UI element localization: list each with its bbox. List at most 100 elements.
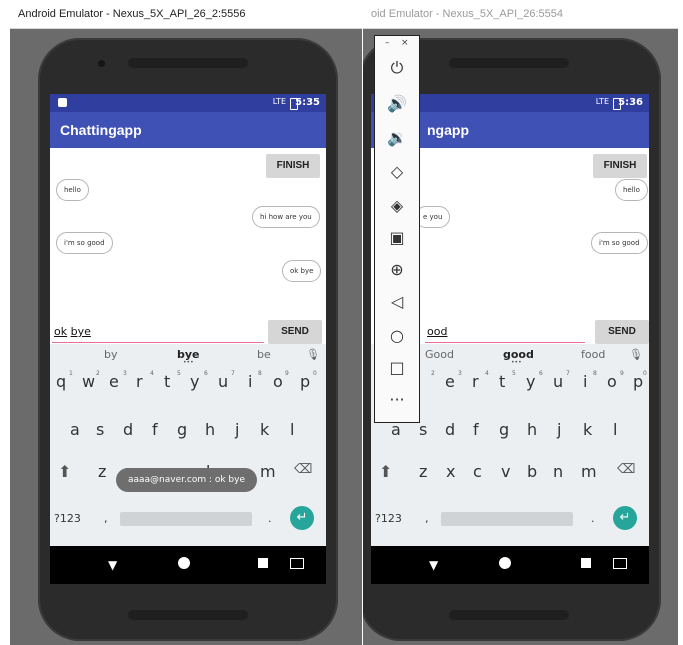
key[interactable]: p [633, 372, 643, 391]
key[interactable]: r [136, 372, 143, 391]
message-input[interactable]: ood [425, 322, 585, 343]
suggestion-item[interactable]: food [581, 348, 605, 361]
key[interactable]: l [290, 420, 294, 439]
key[interactable]: e [445, 372, 455, 391]
key[interactable]: x [446, 462, 455, 481]
send-button[interactable]: SEND [268, 320, 322, 344]
key[interactable]: d [445, 420, 455, 439]
volume-up-icon[interactable]: 🔊 [375, 94, 419, 113]
close-icon[interactable]: × [401, 38, 409, 48]
power-icon[interactable]: ⏻ [375, 58, 419, 78]
key[interactable]: r [472, 372, 479, 391]
symbols-key[interactable]: ?123 [375, 512, 402, 525]
key[interactable]: y [190, 372, 199, 391]
shift-icon[interactable]: ⬆ [58, 462, 71, 481]
key[interactable]: d [123, 420, 133, 439]
rotate-left-icon[interactable]: ◇ [375, 162, 419, 181]
symbols-key[interactable]: ?123 [54, 512, 81, 525]
key-hint: 3 [123, 370, 127, 377]
key[interactable]: f [473, 420, 479, 439]
key[interactable]: t [499, 372, 505, 391]
suggestion-item[interactable]: be [257, 348, 271, 361]
key[interactable]: j [557, 420, 561, 439]
backspace-icon[interactable]: ⌫ [294, 462, 312, 477]
suggestion-item[interactable]: Good [425, 348, 454, 361]
bottom-speaker [128, 610, 248, 620]
overview-icon[interactable] [258, 558, 268, 568]
key[interactable]: h [205, 420, 215, 439]
top-speaker [449, 58, 569, 68]
key-hint: 8 [258, 370, 262, 377]
rotate-right-icon[interactable]: ◈ [375, 196, 419, 215]
volume-down-icon[interactable]: 🔉 [375, 128, 419, 147]
home-circle-icon[interactable]: ○ [375, 326, 419, 345]
minimize-icon[interactable]: – [385, 38, 390, 48]
key[interactable]: p [300, 372, 310, 391]
key[interactable]: j [235, 420, 239, 439]
home-icon[interactable] [178, 557, 190, 569]
camera-screenshot-icon[interactable]: ▣ [375, 228, 419, 247]
back-icon[interactable]: ▼ [108, 558, 117, 572]
key[interactable]: i [583, 372, 587, 391]
period-key[interactable]: . [268, 512, 272, 525]
more-icon[interactable]: ··· [375, 390, 419, 409]
key[interactable]: m [581, 462, 597, 481]
key[interactable]: k [583, 420, 592, 439]
key[interactable]: n [553, 462, 563, 481]
period-key[interactable]: . [591, 512, 595, 525]
finish-button[interactable]: FINISH [266, 154, 320, 178]
space-bar[interactable] [120, 512, 252, 526]
overview-icon[interactable] [581, 558, 591, 568]
key[interactable]: f [152, 420, 158, 439]
key[interactable]: b [527, 462, 537, 481]
comma-key[interactable]: , [104, 512, 108, 525]
key[interactable]: w [82, 372, 95, 391]
input-word: ok [54, 325, 68, 338]
key[interactable]: e [109, 372, 119, 391]
key[interactable]: v [501, 462, 510, 481]
key[interactable]: a [70, 420, 80, 439]
key[interactable]: u [553, 372, 563, 391]
space-bar[interactable] [441, 512, 573, 526]
overview-square-icon[interactable]: □ [375, 358, 419, 377]
key[interactable]: s [96, 420, 104, 439]
key[interactable]: q [56, 372, 66, 391]
keyboard-switch-icon[interactable] [613, 558, 627, 569]
backspace-icon[interactable]: ⌫ [617, 462, 635, 477]
keyboard-switch-icon[interactable] [290, 558, 304, 569]
message-input[interactable]: ok bye [52, 322, 264, 343]
zoom-icon[interactable]: ⊕ [375, 260, 419, 279]
key[interactable]: i [248, 372, 252, 391]
key[interactable]: h [527, 420, 537, 439]
key[interactable]: g [499, 420, 509, 439]
mic-icon[interactable]: 🎙 [306, 348, 320, 361]
suggestion-item[interactable]: by [104, 348, 118, 361]
key[interactable]: o [273, 372, 283, 391]
key[interactable]: g [177, 420, 187, 439]
shift-icon[interactable]: ⬆ [379, 462, 392, 481]
key[interactable]: z [98, 462, 106, 481]
enter-icon[interactable]: ↵ [290, 506, 314, 530]
back-icon[interactable]: ▼ [429, 558, 438, 572]
key[interactable]: c [473, 462, 482, 481]
key[interactable]: y [526, 372, 535, 391]
key[interactable]: k [260, 420, 269, 439]
comma-key[interactable]: , [425, 512, 429, 525]
chat-bubble: hello [615, 179, 648, 201]
key[interactable]: u [218, 372, 228, 391]
key[interactable]: t [164, 372, 170, 391]
key[interactable]: m [260, 462, 276, 481]
key[interactable]: z [419, 462, 427, 481]
key[interactable]: o [607, 372, 617, 391]
key[interactable]: s [419, 420, 427, 439]
home-icon[interactable] [499, 557, 511, 569]
key-hint: 4 [485, 370, 489, 377]
mic-icon[interactable]: 🎙 [629, 348, 643, 361]
finish-button[interactable]: FINISH [593, 154, 647, 178]
status-time: 5:36 [618, 97, 643, 108]
back-triangle-icon[interactable]: ◁ [375, 292, 419, 311]
send-button[interactable]: SEND [595, 320, 649, 344]
window-title-right: oid Emulator - Nexus_5X_API_26:5554 [363, 0, 678, 29]
key[interactable]: l [613, 420, 617, 439]
enter-icon[interactable]: ↵ [613, 506, 637, 530]
